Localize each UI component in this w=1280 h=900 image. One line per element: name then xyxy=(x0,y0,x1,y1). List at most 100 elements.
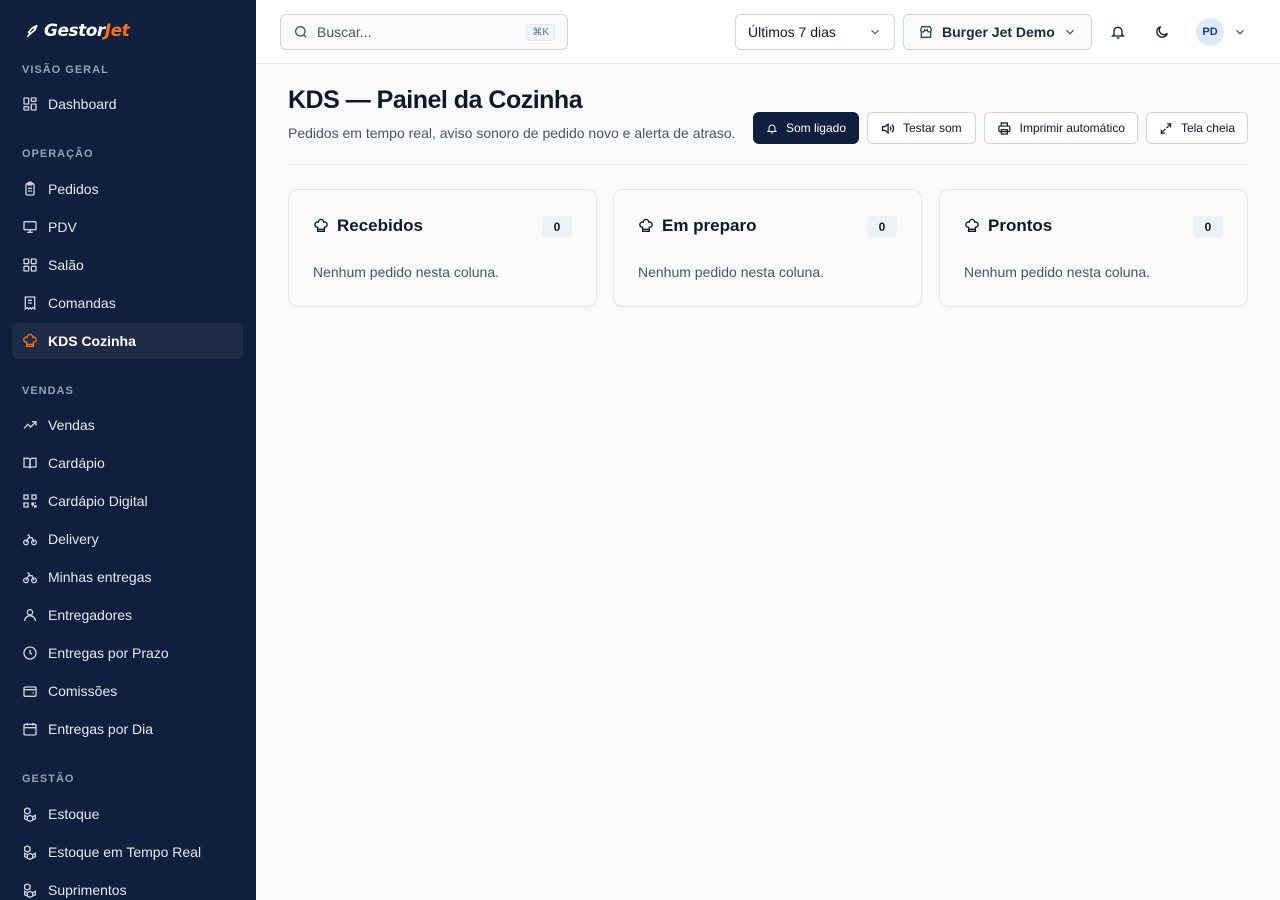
sidebar-item-estoque-tempo-real[interactable]: Estoque em Tempo Real xyxy=(12,834,243,870)
sidebar-item-label: Estoque em Tempo Real xyxy=(48,844,202,860)
sidebar-item-label: Entregas por Dia xyxy=(48,721,154,737)
search-placeholder: Buscar... xyxy=(317,24,372,40)
column-header: Recebidos xyxy=(313,216,423,236)
chef-hat-icon xyxy=(639,218,653,232)
calendar-icon xyxy=(22,721,38,737)
sidebar-item-entregadores[interactable]: Entregadores xyxy=(12,597,243,633)
sidebar-item-label: Entregas por Prazo xyxy=(48,645,169,661)
moon-icon xyxy=(1156,26,1168,38)
boxes-icon xyxy=(22,806,38,822)
header-divider xyxy=(288,164,1248,165)
sidebar-item-comissoes[interactable]: Comissões xyxy=(12,673,243,709)
topbar: Buscar... ⌘K Últimos 7 dias Burger Jet D… xyxy=(256,0,1280,64)
section-operacao: OPERAÇÃO xyxy=(22,148,94,160)
column-count-badge: 0 xyxy=(1193,216,1223,238)
receipt-icon xyxy=(22,295,38,311)
notifications-button[interactable] xyxy=(1108,22,1128,42)
sidebar-item-label: Cardápio Digital xyxy=(48,493,148,509)
sidebar-item-pdv[interactable]: PDV xyxy=(12,209,243,245)
sidebar-item-cardapio-digital[interactable]: Cardápio Digital xyxy=(12,483,243,519)
sidebar-item-label: Comissões xyxy=(48,683,118,699)
search-icon xyxy=(295,26,307,38)
column-empty-message: Nenhum pedido nesta coluna. xyxy=(313,264,500,280)
sidebar-item-label: Entregadores xyxy=(48,607,133,623)
section-gestao: GESTÃO xyxy=(22,773,75,785)
sidebar-item-label: PDV xyxy=(48,219,77,235)
section-visao-geral: VISÃO GERAL xyxy=(22,64,109,76)
sidebar-item-label: Dashboard xyxy=(48,96,117,112)
grid-icon xyxy=(22,96,38,112)
sidebar-item-salao[interactable]: Salão xyxy=(12,247,243,283)
sidebar-item-label: Salão xyxy=(48,257,84,273)
clipboard-icon xyxy=(22,181,38,197)
sidebar-item-pedidos[interactable]: Pedidos xyxy=(12,171,243,207)
search-shortcut: ⌘K xyxy=(526,23,555,41)
chevron-down-icon xyxy=(1066,29,1074,35)
sidebar: GestorJet VISÃO GERAL Dashboard OPERAÇÃO… xyxy=(0,0,256,900)
boxes-icon xyxy=(22,844,38,860)
sidebar-item-label: Delivery xyxy=(48,531,99,547)
expand-icon xyxy=(1160,122,1172,134)
sidebar-item-comandas[interactable]: Comandas xyxy=(12,285,243,321)
monitor-icon xyxy=(22,219,38,235)
sidebar-item-label: KDS Cozinha xyxy=(48,333,136,349)
sidebar-item-label: Vendas xyxy=(48,417,95,433)
column-header: Prontos xyxy=(964,216,1052,236)
sidebar-item-dashboard[interactable]: Dashboard xyxy=(12,86,243,122)
sidebar-item-cardapio[interactable]: Cardápio xyxy=(12,445,243,481)
qr-code-icon xyxy=(22,493,38,509)
test-sound-label: Testar som xyxy=(903,121,962,135)
search-input[interactable]: Buscar... ⌘K xyxy=(280,14,568,50)
page-subtitle: Pedidos em tempo real, aviso sonoro de p… xyxy=(288,125,736,141)
trending-up-icon xyxy=(22,417,38,433)
store-icon xyxy=(920,26,932,38)
bell-icon xyxy=(766,124,778,133)
kds-column-prontos: Prontos 0 Nenhum pedido nesta coluna. xyxy=(939,189,1248,307)
sound-toggle-label: Som ligado xyxy=(785,121,846,135)
chef-hat-icon xyxy=(965,218,979,232)
boxes-icon xyxy=(22,882,38,898)
column-empty-message: Nenhum pedido nesta coluna. xyxy=(638,264,825,280)
book-icon xyxy=(22,455,38,471)
auto-print-label: Imprimir automático xyxy=(1019,121,1125,135)
bell-icon xyxy=(1111,26,1125,39)
chevron-down-icon xyxy=(871,29,879,35)
column-title: Prontos xyxy=(988,216,1053,235)
kds-column-recebidos: Recebidos 0 Nenhum pedido nesta coluna. xyxy=(288,189,597,307)
brand-name: GestorJet xyxy=(44,21,130,41)
sidebar-item-label: Minhas entregas xyxy=(48,569,152,585)
clock-icon xyxy=(22,645,38,661)
fullscreen-label: Tela cheia xyxy=(1180,121,1235,135)
auto-print-button[interactable]: Imprimir automático xyxy=(984,112,1138,144)
column-count-badge: 0 xyxy=(542,216,572,238)
sidebar-item-label: Pedidos xyxy=(48,181,99,197)
sidebar-item-delivery[interactable]: Delivery xyxy=(12,521,243,557)
sound-toggle-button[interactable]: Som ligado xyxy=(753,112,859,144)
theme-toggle-button[interactable] xyxy=(1152,22,1172,42)
sidebar-item-vendas[interactable]: Vendas xyxy=(12,407,243,443)
column-title: Em preparo xyxy=(662,216,757,235)
user-icon xyxy=(22,607,38,623)
store-select-value: Burger Jet Demo xyxy=(942,24,1055,40)
sidebar-item-suprimentos[interactable]: Suprimentos xyxy=(12,872,243,900)
bike-icon xyxy=(22,531,38,547)
store-select[interactable]: Burger Jet Demo xyxy=(903,14,1092,50)
sidebar-item-label: Comandas xyxy=(48,295,116,311)
test-sound-button[interactable]: Testar som xyxy=(867,112,976,144)
fullscreen-button[interactable]: Tela cheia xyxy=(1146,112,1248,144)
column-empty-message: Nenhum pedido nesta coluna. xyxy=(964,264,1151,280)
sidebar-item-estoque[interactable]: Estoque xyxy=(12,796,243,832)
sidebar-item-label: Estoque xyxy=(48,806,100,822)
printer-icon xyxy=(998,121,1011,135)
grid-icon xyxy=(22,257,38,273)
period-select[interactable]: Últimos 7 dias xyxy=(735,14,895,50)
sidebar-item-entregas-por-prazo[interactable]: Entregas por Prazo xyxy=(12,635,243,671)
user-menu-button[interactable] xyxy=(1230,22,1250,42)
sidebar-item-kds-cozinha[interactable]: KDS Cozinha xyxy=(12,323,243,359)
sidebar-item-entregas-por-dia[interactable]: Entregas por Dia xyxy=(12,711,243,747)
brand-logo[interactable]: GestorJet xyxy=(24,18,130,44)
avatar[interactable]: PD xyxy=(1196,18,1224,46)
wallet-icon xyxy=(22,683,38,699)
sidebar-item-minhas-entregas[interactable]: Minhas entregas xyxy=(12,559,243,595)
bike-icon xyxy=(22,569,38,585)
